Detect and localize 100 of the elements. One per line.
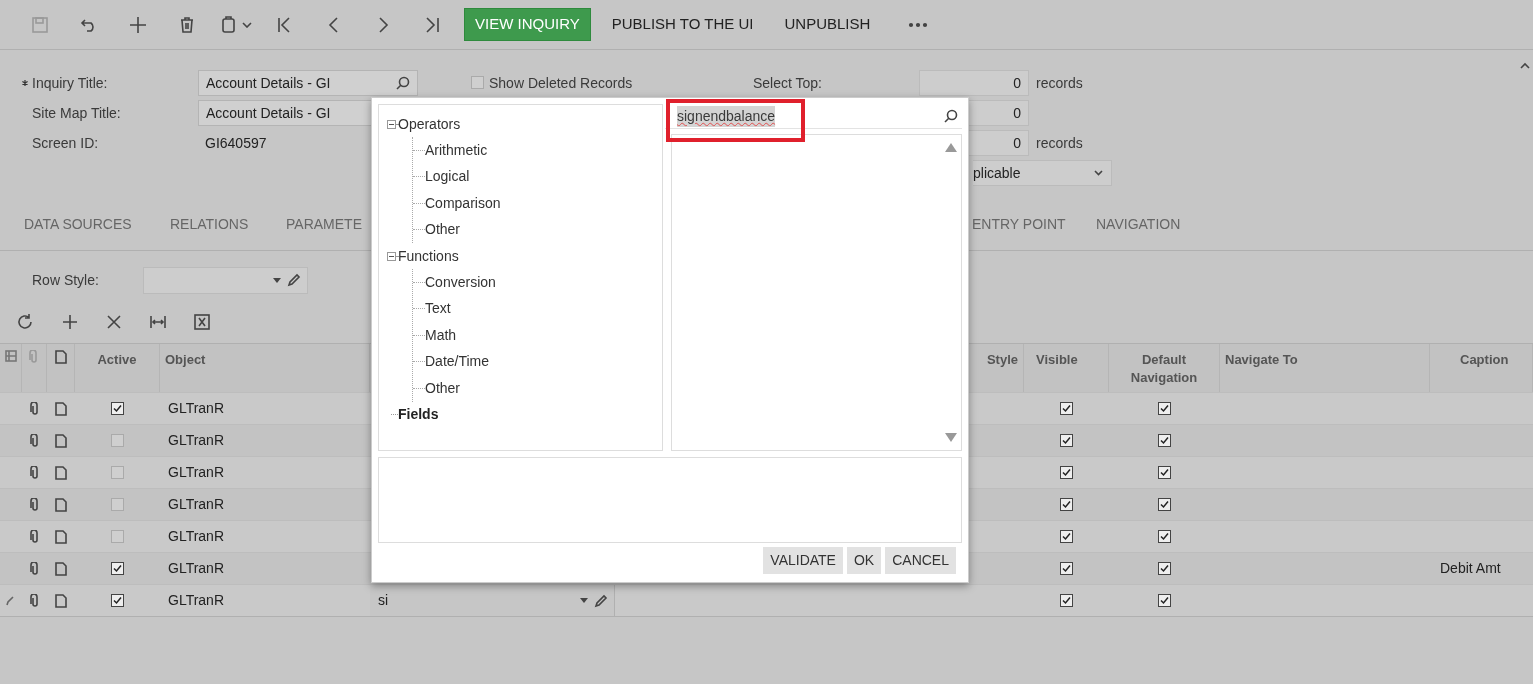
paperclip-icon[interactable] (29, 465, 40, 480)
checkbox[interactable] (111, 594, 124, 607)
collapse-icon[interactable] (387, 119, 396, 129)
dropdown[interactable]: plicable (973, 160, 1112, 186)
paperclip-icon (29, 350, 39, 364)
checkbox[interactable] (1158, 562, 1171, 575)
search-icon[interactable] (396, 76, 410, 90)
unit-label: records (1036, 133, 1083, 153)
tree-item[interactable]: Date/Time (425, 351, 490, 373)
note-icon (54, 350, 67, 364)
tree-item[interactable]: Logical (425, 166, 470, 188)
checkbox[interactable] (1060, 594, 1073, 607)
checkbox[interactable] (1158, 530, 1171, 543)
checkbox[interactable] (1158, 594, 1171, 607)
search-icon[interactable] (944, 109, 958, 123)
checkbox[interactable] (471, 76, 484, 89)
column-header[interactable]: Object (165, 351, 206, 392)
view-inquiry-button[interactable]: VIEW INQUIRY (464, 8, 591, 41)
paperclip-icon[interactable] (29, 593, 40, 608)
checkbox[interactable] (1060, 402, 1073, 415)
checkbox[interactable] (1060, 466, 1073, 479)
checkbox[interactable] (1158, 498, 1171, 511)
caret-icon (580, 598, 588, 603)
field-label: Site Map Title: (32, 103, 121, 123)
paperclip-icon[interactable] (29, 401, 40, 416)
checkbox[interactable] (111, 530, 124, 543)
tree-item[interactable]: Text (425, 298, 451, 320)
checkbox[interactable] (111, 562, 124, 575)
table-cell-text: GLTranR (167, 559, 225, 578)
scroll-up-icon[interactable] (945, 143, 957, 152)
table-cell-text: GLTranR (167, 399, 225, 418)
tree-item[interactable]: Other (425, 219, 460, 241)
checkbox[interactable] (1158, 434, 1171, 447)
note-icon[interactable] (55, 433, 67, 448)
refresh-icon[interactable] (17, 313, 35, 331)
column-header[interactable]: Default Navigation (1109, 351, 1219, 392)
note-icon[interactable] (55, 593, 67, 608)
checkbox-label: Show Deleted Records (489, 76, 633, 90)
tree-item[interactable]: Comparison (425, 192, 501, 214)
input-field[interactable]: Account Details - GI (198, 70, 418, 96)
checkbox[interactable] (1158, 402, 1171, 415)
checkbox[interactable] (1060, 530, 1073, 543)
checkbox[interactable] (1060, 562, 1073, 575)
search-field[interactable]: signendbalance (665, 104, 962, 129)
checkbox[interactable] (1060, 498, 1073, 511)
checkbox[interactable] (111, 466, 124, 479)
note-icon[interactable] (55, 529, 67, 544)
tree-item[interactable]: Arithmetic (425, 139, 488, 161)
field-label: Row Style: (32, 270, 100, 290)
column-header[interactable]: Style (986, 351, 1018, 392)
note-icon[interactable] (55, 465, 67, 480)
table-cell-text: GLTranR (167, 431, 225, 450)
close-icon[interactable] (105, 313, 123, 331)
paperclip-icon[interactable] (29, 529, 40, 544)
checkbox[interactable] (111, 498, 124, 511)
excel-export-icon[interactable] (193, 313, 211, 331)
paperclip-icon[interactable] (29, 497, 40, 512)
toolbar-button[interactable]: PUBLISH TO THE UI (601, 8, 764, 41)
paperclip-icon[interactable] (29, 433, 40, 448)
number-field[interactable]: 0 (919, 70, 1029, 96)
checkbox[interactable] (1060, 434, 1073, 447)
checkbox[interactable] (111, 402, 124, 415)
column-header[interactable]: Navigate To (1225, 351, 1298, 392)
checkbox[interactable] (111, 434, 124, 447)
collapse-icon[interactable] (387, 251, 396, 261)
field-label: Select Top: (753, 73, 823, 93)
note-icon[interactable] (55, 401, 67, 416)
more-icon[interactable] (908, 21, 929, 28)
tree-item[interactable]: Math (425, 324, 457, 346)
scroll-down-icon[interactable] (945, 433, 957, 442)
unit-label: records (1036, 73, 1083, 93)
note-icon[interactable] (55, 497, 67, 512)
table-cell-text: GLTranR (167, 591, 225, 610)
pencil-icon[interactable] (287, 273, 301, 287)
table-cell-text: GLTranR (167, 527, 225, 546)
collapse-icon[interactable] (1520, 62, 1530, 69)
tree-item[interactable]: Fields (398, 404, 439, 425)
tree-item[interactable]: Conversion (425, 271, 496, 293)
checkbox[interactable] (1158, 466, 1171, 479)
caret-icon (273, 277, 281, 283)
tree-item[interactable]: Functions (398, 245, 459, 267)
column-header[interactable]: Active (97, 351, 137, 392)
paperclip-icon[interactable] (29, 561, 40, 576)
toolbar-button[interactable]: UNPUBLISH (774, 8, 881, 41)
clipboard-icon[interactable] (219, 15, 238, 34)
table-cell-text: GLTranR (167, 495, 225, 514)
plus-icon[interactable] (128, 15, 147, 34)
dialog-button[interactable]: OK (846, 547, 882, 574)
note-icon[interactable] (55, 561, 67, 576)
field-label: Screen ID: (32, 133, 99, 153)
plus-icon[interactable] (61, 313, 79, 331)
caret-icon[interactable] (241, 21, 252, 28)
pencil-icon[interactable] (594, 593, 608, 608)
column-header[interactable]: Caption (1460, 351, 1509, 392)
tree-item[interactable]: Other (425, 377, 460, 399)
dialog-button[interactable]: VALIDATE (763, 547, 843, 574)
fit-width-icon[interactable] (149, 313, 167, 331)
column-header[interactable]: Visible (1036, 351, 1078, 392)
dialog-button[interactable]: CANCEL (885, 547, 956, 574)
table-cell-text: Debit Amt (1439, 559, 1502, 578)
